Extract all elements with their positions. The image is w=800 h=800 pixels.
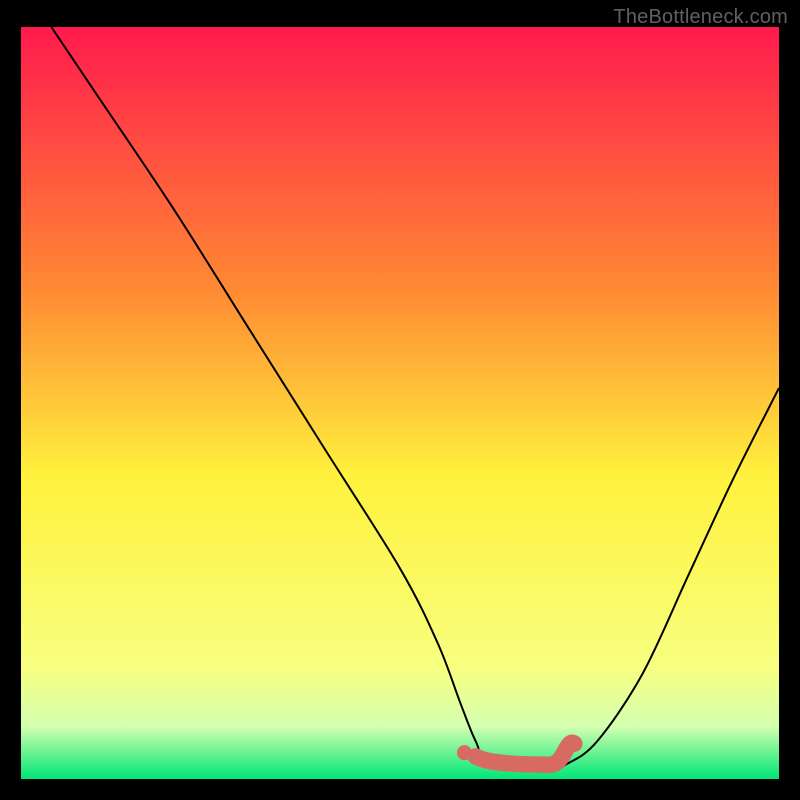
watermark-text: TheBottleneck.com [613,6,788,29]
gradient-background [21,27,779,779]
chart-svg [21,27,779,779]
optimal-point-marker [457,745,472,760]
chart-frame: TheBottleneck.com [0,0,800,800]
plot-area [21,27,779,779]
